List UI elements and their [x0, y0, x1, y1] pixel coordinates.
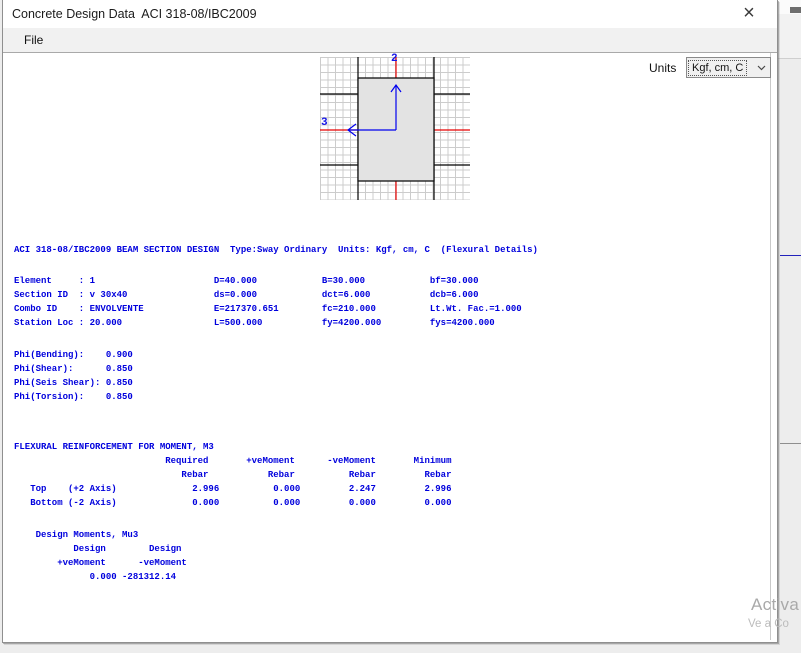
report-line: ACI 318-08/IBC2009 BEAM SECTION DESIGN T…	[14, 243, 538, 257]
units-combobox-value: Kgf, cm, C	[689, 61, 746, 75]
report-line: Section ID : v 30x40 ds=0.000 dct=6.000 …	[14, 288, 522, 302]
chevron-down-icon[interactable]	[753, 58, 770, 77]
report-line: Element : 1 D=40.000 B=30.000 bf=30.000	[14, 274, 522, 288]
axis-3-label: 3	[321, 118, 328, 129]
report-line: Phi(Shear): 0.850	[14, 362, 133, 376]
report-line: Combo ID : ENVOLVENTE E=217370.651 fc=21…	[14, 302, 522, 316]
report-line: Required +veMoment -veMoment Minimum	[14, 454, 451, 468]
element-info-block: Element : 1 D=40.000 B=30.000 bf=30.000 …	[14, 274, 522, 330]
report-line: 0.000 -281312.14	[14, 570, 187, 584]
report-line: Rebar Rebar Rebar Rebar	[14, 468, 451, 482]
background-window-gray-line	[780, 443, 801, 444]
phi-factors-block: Phi(Bending): 0.900 Phi(Shear): 0.850 Ph…	[14, 348, 133, 404]
report-line: Phi(Bending): 0.900	[14, 348, 133, 362]
concrete-design-data-window: Concrete Design Data ACI 318-08/IBC2009 …	[2, 0, 778, 643]
units-combobox[interactable]: Kgf, cm, C	[686, 57, 771, 78]
menu-bar: File	[3, 28, 777, 52]
window-title: Concrete Design Data ACI 318-08/IBC2009	[12, 7, 257, 21]
menu-item-file[interactable]: File	[15, 31, 52, 49]
report-line: +veMoment -veMoment	[14, 556, 187, 570]
report-line: Design Moments, Mu3	[14, 528, 187, 542]
report-line: Station Loc : 20.000 L=500.000 fy=4200.0…	[14, 316, 522, 330]
flexural-reinforcement-block: FLEXURAL REINFORCEMENT FOR MOMENT, M3 Re…	[14, 440, 451, 510]
activation-watermark-line1: Activa	[751, 595, 799, 615]
background-window-toolbar-fragment	[777, 14, 801, 59]
report-header-block: ACI 318-08/IBC2009 BEAM SECTION DESIGN T…	[14, 243, 538, 257]
design-moments-block: Design Moments, Mu3 Design Design +veMom…	[14, 528, 187, 584]
units-label: Units	[649, 61, 676, 75]
axis-2-label: 2	[391, 54, 398, 65]
report-line: Phi(Seis Shear): 0.850	[14, 376, 133, 390]
activation-watermark-line2: Ve a Co	[748, 618, 789, 630]
report-line: FLEXURAL REINFORCEMENT FOR MOMENT, M3	[14, 440, 451, 454]
background-window-blue-line	[780, 255, 801, 256]
background-window-button-fragment	[790, 7, 801, 13]
title-bar: Concrete Design Data ACI 318-08/IBC2009 …	[3, 0, 777, 28]
report-line: Top (+2 Axis) 2.996 0.000 2.247 2.996	[14, 482, 451, 496]
section-diagram-overlay	[320, 57, 470, 200]
dialog-content: Units Kgf, cm, C	[3, 52, 777, 642]
report-line: Phi(Torsion): 0.850	[14, 390, 133, 404]
report-line: Bottom (-2 Axis) 0.000 0.000 0.000 0.000	[14, 496, 451, 510]
report-line: Design Design	[14, 542, 187, 556]
content-right-border	[770, 53, 771, 640]
close-button[interactable]: ×	[734, 2, 764, 26]
section-diagram: 2 3	[320, 57, 470, 200]
